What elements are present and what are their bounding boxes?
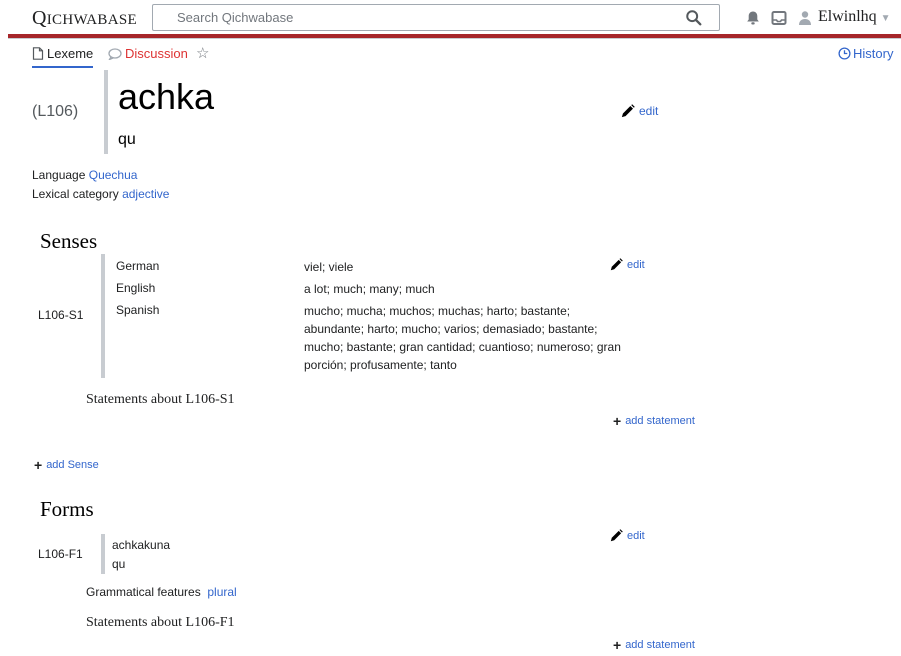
user-menu[interactable]: Elwinlhq ▼ <box>818 8 891 26</box>
senses-heading: Senses <box>40 229 98 253</box>
forms-heading: Forms <box>40 497 94 521</box>
lexeme-id: (L106) <box>32 103 79 120</box>
username[interactable]: Elwinlhq <box>818 8 877 25</box>
watch-star-icon[interactable]: ☆ <box>196 44 209 62</box>
tab-discussion[interactable]: Discussion <box>108 46 188 61</box>
pencil-icon <box>610 258 623 271</box>
add-sense-label[interactable]: add Sense <box>46 459 99 471</box>
speech-bubble-icon <box>108 47 122 60</box>
language-row: Language Quechua <box>32 168 137 182</box>
lemma-edit-label[interactable]: edit <box>639 104 658 118</box>
lexical-category-row: Lexical category adjective <box>32 187 169 201</box>
tab-discussion-label[interactable]: Discussion <box>125 46 188 61</box>
logo-rest[interactable]: ICHWABASE <box>47 12 137 28</box>
add-statement-label[interactable]: add statement <box>625 415 695 427</box>
pencil-icon <box>621 104 635 118</box>
grammatical-feature-link[interactable]: plural <box>207 585 236 599</box>
sense-statements-heading: Statements about L106-S1 <box>86 392 235 407</box>
language-label: Language <box>32 168 86 182</box>
form-edit-button[interactable]: edit <box>610 529 645 542</box>
tab-lexeme[interactable]: Lexeme <box>32 46 94 68</box>
form-divider <box>101 534 105 574</box>
user-avatar-icon <box>799 11 811 25</box>
pencil-icon <box>610 529 623 542</box>
lexical-category-label: Lexical category <box>32 187 119 201</box>
tray-icon[interactable] <box>771 10 787 26</box>
plus-icon: + <box>34 457 43 473</box>
form-edit-label[interactable]: edit <box>627 530 645 542</box>
form-representation-language: qu <box>112 557 126 571</box>
gloss-language: German <box>116 259 160 273</box>
form-id: L106-F1 <box>38 547 83 561</box>
language-link[interactable]: Quechua <box>89 168 138 182</box>
sense-add-statement-button[interactable]: + add statement <box>613 413 695 429</box>
plus-icon: + <box>613 413 622 429</box>
add-statement-label[interactable]: add statement <box>625 639 695 651</box>
gloss-text: mucho; mucha; muchos; muchas; harto; bas… <box>304 304 621 372</box>
lemma: achka <box>118 76 215 117</box>
site-header: QICHWABASE Elwinlhq ▼ <box>0 0 901 36</box>
sense-edit-button[interactable]: edit <box>610 258 645 271</box>
grammatical-features-row: Grammatical features plural <box>86 585 237 599</box>
gloss-text: a lot; much; many; much <box>304 282 435 296</box>
add-sense-button[interactable]: + add Sense <box>34 457 99 473</box>
search-box[interactable] <box>152 4 720 31</box>
logo-initial[interactable]: Q <box>32 7 47 29</box>
tab-lexeme-label[interactable]: Lexeme <box>47 46 93 61</box>
search-icon[interactable] <box>685 9 703 27</box>
lemma-divider <box>104 70 108 154</box>
form-add-statement-button[interactable]: + add statement <box>613 637 695 653</box>
site-logo[interactable]: QICHWABASE <box>32 7 137 30</box>
clock-icon <box>838 47 851 60</box>
sense-edit-label[interactable]: edit <box>627 259 645 271</box>
plus-icon: + <box>613 637 622 653</box>
search-input[interactable] <box>153 5 673 30</box>
form-representation: achkakuna <box>112 538 171 552</box>
bell-icon[interactable] <box>745 10 761 26</box>
header-divider <box>8 38 901 39</box>
lemma-language-code: qu <box>118 131 136 148</box>
tab-history[interactable]: History <box>838 46 893 61</box>
lemma-edit-button[interactable]: edit <box>621 104 658 118</box>
chevron-down-icon[interactable]: ▼ <box>881 13 891 24</box>
lexical-category-link[interactable]: adjective <box>122 187 169 201</box>
page-icon <box>32 47 44 60</box>
grammatical-features-label: Grammatical features <box>86 585 201 599</box>
tab-history-label[interactable]: History <box>853 46 893 61</box>
gloss-language: Spanish <box>116 303 160 317</box>
sense-divider <box>101 254 105 378</box>
sense-id: L106-S1 <box>38 308 84 322</box>
gloss-language: English <box>116 281 156 295</box>
gloss-text: viel; viele <box>304 260 354 274</box>
form-statements-heading: Statements about L106-F1 <box>86 615 235 630</box>
